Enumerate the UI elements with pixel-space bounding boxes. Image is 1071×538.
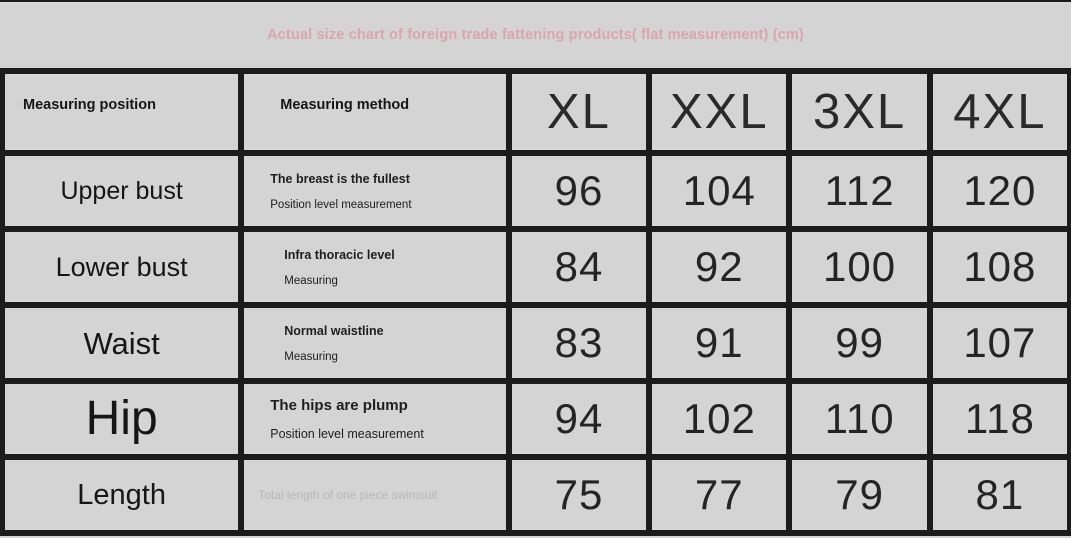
header-cell-measuring-method: Measuring method <box>241 74 512 156</box>
value-cell: 92 <box>649 229 793 308</box>
value-cell: 81 <box>929 457 1071 536</box>
table-row: Hip The hips are plump Position level me… <box>0 381 1071 460</box>
size-label-xl: XL <box>547 84 611 139</box>
measurement-value: 83 <box>554 319 604 366</box>
position-cell-hip: Hip <box>0 381 245 460</box>
method-cell-length: Total length of one piece swimsuit <box>241 457 512 536</box>
method-line-1: Normal waistline <box>284 323 384 338</box>
table-row: Length Total length of one piece swimsui… <box>0 457 1071 536</box>
size-label-4xl: 4XL <box>953 84 1047 139</box>
value-cell: 77 <box>649 457 793 536</box>
value-cell: 107 <box>929 305 1071 384</box>
measurement-value: 120 <box>963 167 1037 214</box>
method-line-1: Total length of one piece swimsuit <box>258 488 438 502</box>
table-row: Lower bust Infra thoracic level Measurin… <box>0 229 1071 308</box>
header-cell-measuring-position: Measuring position <box>0 74 245 156</box>
value-cell: 104 <box>649 153 793 232</box>
value-cell: 108 <box>929 229 1071 308</box>
method-cell-lower-bust: Infra thoracic level Measuring <box>241 229 512 308</box>
position-cell-lower-bust: Lower bust <box>0 229 245 308</box>
measurement-value: 92 <box>694 243 744 290</box>
size-chart-root: Actual size chart of foreign trade fatte… <box>0 0 1071 538</box>
method-line-2: Position level measurement <box>270 427 424 441</box>
value-cell: 94 <box>508 381 653 460</box>
measurement-value: 118 <box>964 395 1035 442</box>
measurement-value: 79 <box>835 471 884 518</box>
header-cell-size-3xl: 3XL <box>789 74 933 156</box>
position-cell-upper-bust: Upper bust <box>0 153 245 232</box>
method-cell-waist: Normal waistline Measuring <box>241 305 512 384</box>
measurement-value: 99 <box>835 319 884 366</box>
measurement-value: 108 <box>963 243 1037 290</box>
method-line-2: Measuring <box>284 350 338 363</box>
position-label: Lower bust <box>55 251 188 282</box>
measurement-value: 100 <box>823 243 897 290</box>
method-cell-upper-bust: The breast is the fullest Position level… <box>241 153 512 232</box>
position-label: Length <box>77 478 166 511</box>
size-label-3xl: 3XL <box>813 84 907 139</box>
measurement-value: 96 <box>554 167 604 214</box>
value-cell: 100 <box>789 229 933 308</box>
value-cell: 96 <box>508 153 653 232</box>
value-cell: 79 <box>789 457 933 536</box>
method-line-2: Position level measurement <box>270 198 412 211</box>
position-label: Upper bust <box>60 176 183 205</box>
value-cell: 75 <box>508 457 653 536</box>
value-cell: 99 <box>789 305 933 384</box>
table-header-row: Measuring position Measuring method XL X… <box>0 74 1071 156</box>
measuring-method-label: Measuring method <box>280 97 410 113</box>
method-text: The hips are plump Position level measur… <box>244 397 503 441</box>
chart-title-band: Actual size chart of foreign trade fatte… <box>0 0 1071 74</box>
value-cell: 110 <box>789 381 933 460</box>
measurement-value: 104 <box>682 167 756 214</box>
measurement-value: 102 <box>682 395 756 442</box>
header-cell-size-4xl: 4XL <box>929 74 1071 156</box>
value-cell: 118 <box>929 381 1071 460</box>
position-cell-waist: Waist <box>0 305 245 384</box>
measurement-value: 94 <box>554 395 604 442</box>
method-text: Infra thoracic level Measuring <box>244 247 503 287</box>
value-cell: 83 <box>508 305 653 384</box>
header-cell-size-xxl: XXL <box>649 74 793 156</box>
method-line-1: The breast is the fullest <box>270 171 410 186</box>
position-cell-length: Length <box>0 457 245 536</box>
value-cell: 112 <box>789 153 933 232</box>
header-cell-size-xl: XL <box>508 74 653 156</box>
chart-title: Actual size chart of foreign trade fatte… <box>267 27 804 43</box>
method-line-1: Infra thoracic level <box>284 247 395 262</box>
method-text: Normal waistline Measuring <box>244 323 503 363</box>
method-text: The breast is the fullest Position level… <box>244 171 503 211</box>
method-text: Total length of one piece swimsuit <box>244 488 503 502</box>
size-chart-table: Measuring position Measuring method XL X… <box>0 74 1071 536</box>
measurement-value: 75 <box>554 471 604 518</box>
measuring-position-label: Measuring position <box>23 97 156 113</box>
measurement-value: 110 <box>824 395 895 442</box>
size-label-xxl: XXL <box>669 84 769 139</box>
measurement-value: 91 <box>694 319 744 366</box>
measurement-value: 77 <box>694 471 744 518</box>
value-cell: 120 <box>929 153 1071 232</box>
position-label: Waist <box>83 325 160 361</box>
method-cell-hip: The hips are plump Position level measur… <box>241 381 512 460</box>
measurement-value: 81 <box>975 471 1025 518</box>
measurement-value: 107 <box>963 319 1037 366</box>
method-line-1: The hips are plump <box>270 397 408 414</box>
table-row: Upper bust The breast is the fullest Pos… <box>0 153 1071 232</box>
table-row: Waist Normal waistline Measuring 83 91 9… <box>0 305 1071 384</box>
measurement-value: 112 <box>824 167 895 214</box>
position-label: Hip <box>85 392 158 445</box>
value-cell: 91 <box>649 305 793 384</box>
value-cell: 102 <box>649 381 793 460</box>
value-cell: 84 <box>508 229 653 308</box>
method-line-2: Measuring <box>284 274 338 287</box>
measurement-value: 84 <box>554 243 604 290</box>
